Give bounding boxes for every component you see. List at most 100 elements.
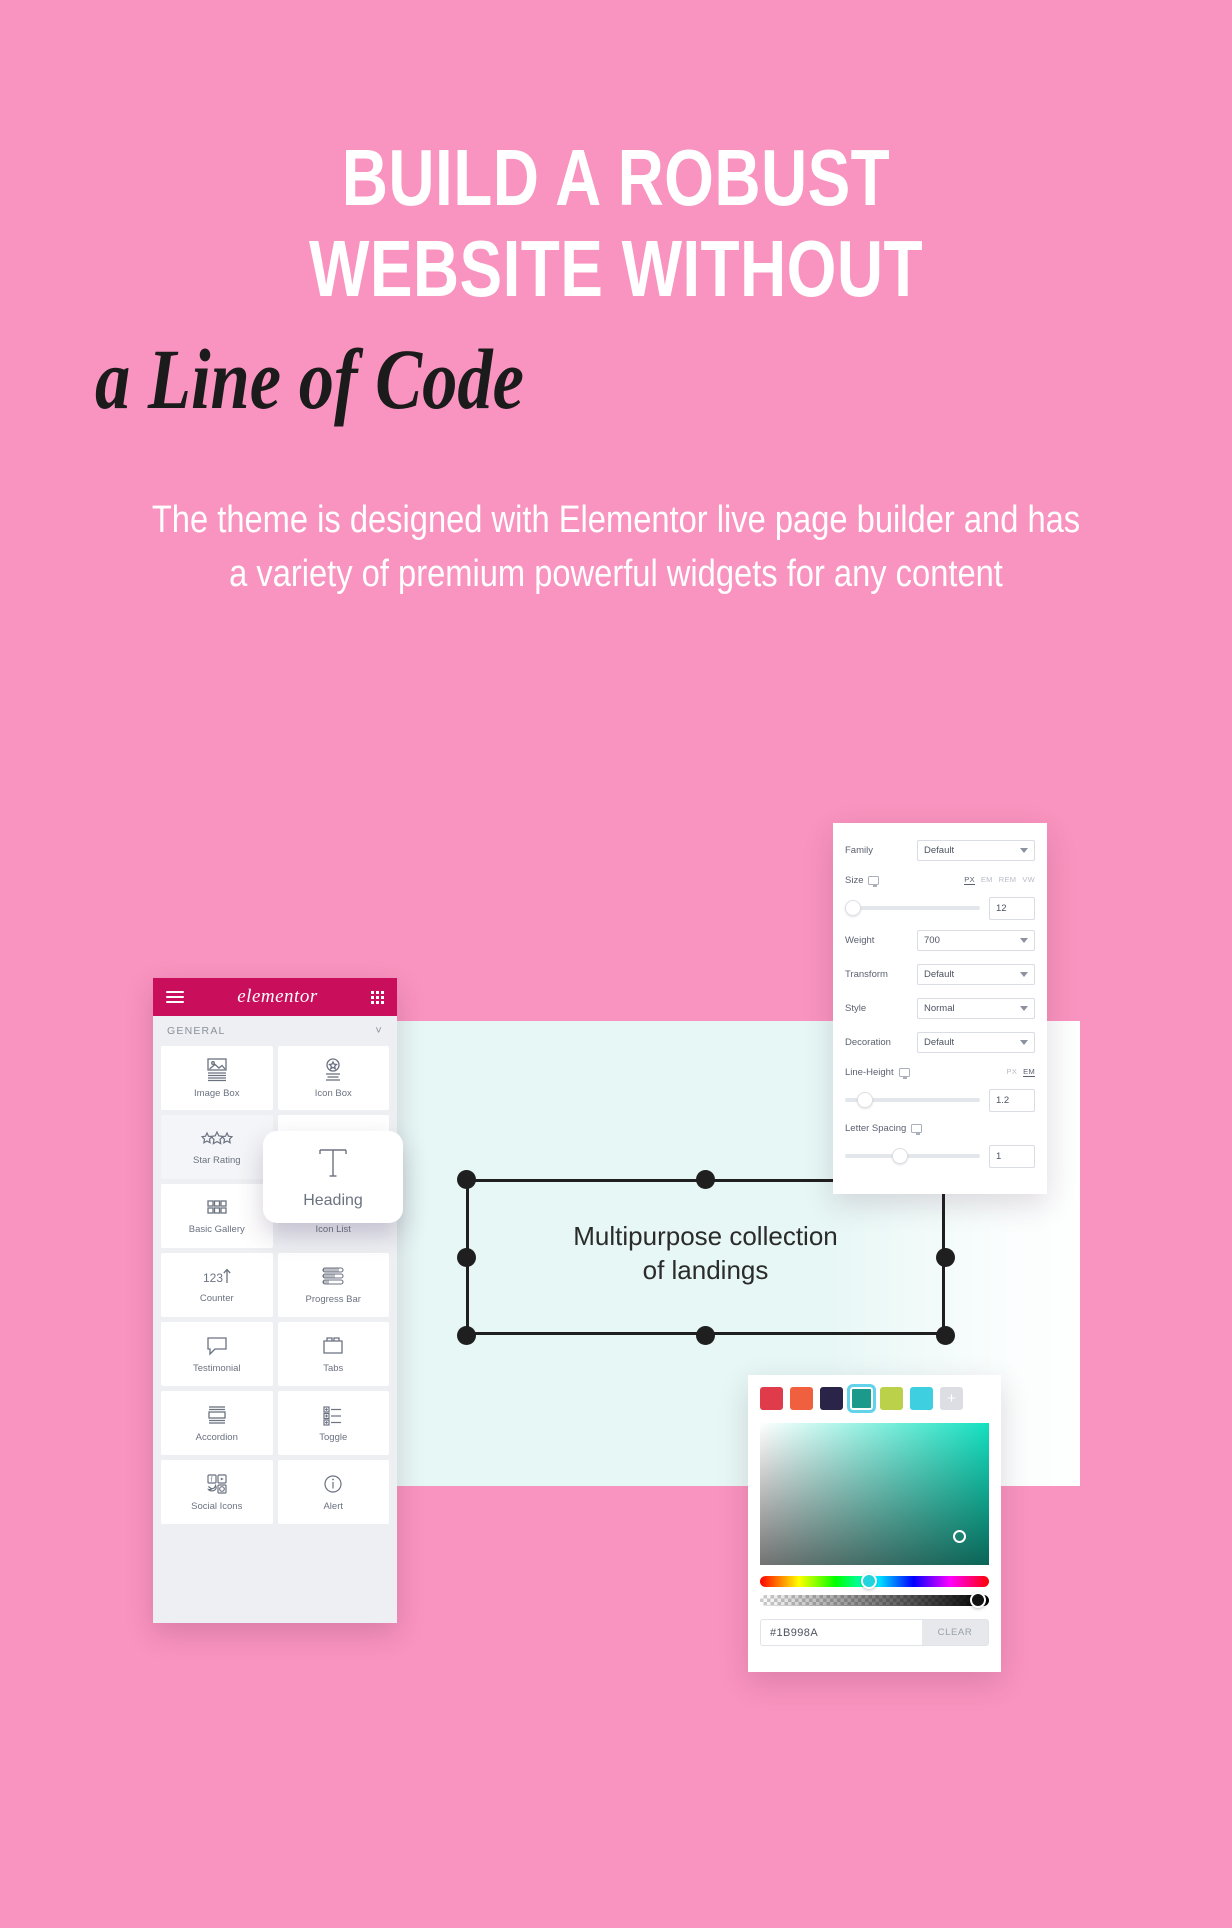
widget-card-accordion[interactable]: Accordion <box>161 1391 273 1455</box>
panel-section-general[interactable]: GENERAL ˅ <box>153 1016 397 1046</box>
unit-vw[interactable]: VW <box>1022 875 1035 885</box>
line-height-slider-knob[interactable] <box>857 1092 873 1108</box>
typography-row-size-header: Size PX EM REM VW <box>845 867 1035 893</box>
color-swatch-5[interactable] <box>910 1387 933 1410</box>
resize-handle-middle-left[interactable] <box>457 1248 476 1267</box>
unit-px[interactable]: PX <box>1007 1067 1018 1077</box>
monitor-icon[interactable] <box>911 1123 923 1135</box>
counter-123-icon: 123 <box>203 1268 231 1285</box>
add-swatch-button[interactable]: + <box>940 1387 963 1410</box>
line-height-label: Line-Height <box>845 1066 894 1078</box>
resize-handle-top-left[interactable] <box>457 1170 476 1189</box>
color-swatch-2[interactable] <box>820 1387 843 1410</box>
hue-slider-knob[interactable] <box>860 1573 877 1589</box>
widget-card-toggle[interactable]: Toggle <box>277 1391 389 1455</box>
row-label: Family <box>845 844 873 856</box>
line-height-units: PX EM <box>1007 1067 1035 1077</box>
resize-handle-bottom-center[interactable] <box>696 1326 715 1345</box>
hamburger-icon[interactable] <box>166 991 184 1003</box>
resize-handle-bottom-left[interactable] <box>457 1326 476 1345</box>
grid-apps-icon[interactable] <box>370 990 384 1004</box>
weight-select[interactable]: 700 <box>917 929 1035 951</box>
color-picker-panel: + #1B998A CLEAR <box>748 1375 1001 1672</box>
resize-handle-top-center[interactable] <box>696 1170 715 1189</box>
elementor-logo: elementor <box>237 986 318 1007</box>
size-slider-track[interactable] <box>845 900 980 916</box>
widget-card-star-rating[interactable]: Star Rating <box>161 1115 273 1179</box>
widget-label: Star Rating <box>192 1154 241 1166</box>
widget-label: Toggle <box>319 1431 348 1443</box>
style-select[interactable]: Normal <box>917 997 1035 1019</box>
resize-handle-bottom-right[interactable] <box>936 1326 955 1345</box>
widget-card-tabs[interactable]: Tabs <box>277 1322 389 1386</box>
widget-card-alert[interactable]: Alert <box>277 1460 389 1524</box>
image-box-icon <box>207 1057 227 1081</box>
row-label: Decoration <box>845 1036 891 1048</box>
dragged-widget-label: Heading <box>303 1191 363 1209</box>
selected-text-line1: Multipurpose collection <box>573 1221 838 1251</box>
typography-row-transform: Transform Default <box>845 957 1035 991</box>
builder-mockup: Multipurpose collection of landings elem… <box>0 0 1232 1928</box>
saturation-value-field[interactable] <box>760 1423 989 1565</box>
family-select[interactable]: Default <box>917 839 1035 861</box>
selected-text-line2: of landings <box>642 1255 769 1286</box>
progress-bar-icon <box>322 1266 344 1285</box>
elementor-widget-panel: elementor GENERAL ˅ Image Box Icon Box S… <box>153 978 397 1623</box>
unit-em[interactable]: EM <box>1023 1067 1035 1077</box>
alpha-slider[interactable] <box>760 1592 989 1608</box>
color-swatch-4[interactable] <box>880 1387 903 1410</box>
heading-t-icon <box>319 1148 347 1177</box>
widget-card-social-icons[interactable]: f Social Icons <box>161 1460 273 1524</box>
color-swatch-3-selected[interactable] <box>850 1387 873 1410</box>
typography-row-family: Family Default <box>845 833 1035 867</box>
selected-element-text: Multipurpose collection of landings <box>466 1219 945 1288</box>
size-slider-knob[interactable] <box>845 900 861 916</box>
panel-section-label: GENERAL <box>167 1025 226 1037</box>
widget-card-counter[interactable]: 123 Counter <box>161 1253 273 1317</box>
letter-spacing-slider-knob[interactable] <box>892 1148 908 1164</box>
widget-card-testimonial[interactable]: Testimonial <box>161 1322 273 1386</box>
widget-card-basic-gallery[interactable]: Basic Gallery <box>161 1184 273 1248</box>
unit-em[interactable]: EM <box>981 875 993 885</box>
widget-label: Icon Box <box>314 1087 352 1099</box>
color-swatch-0[interactable] <box>760 1387 783 1410</box>
social-icons-icon: f <box>206 1473 227 1494</box>
unit-px[interactable]: PX <box>964 875 975 885</box>
resize-handle-middle-right[interactable] <box>936 1248 955 1267</box>
saturation-cursor[interactable] <box>953 1530 966 1543</box>
typography-panel: Family Default Size PX EM REM VW 12 Weig… <box>833 823 1047 1194</box>
hue-slider[interactable] <box>760 1573 989 1589</box>
widget-label: Basic Gallery <box>188 1223 245 1235</box>
monitor-icon[interactable] <box>898 1067 910 1079</box>
family-value: Default <box>924 844 955 856</box>
monitor-icon[interactable] <box>868 875 880 887</box>
elementor-panel-header: elementor <box>153 978 397 1016</box>
color-swatch-1[interactable] <box>790 1387 813 1410</box>
widget-card-image-box[interactable]: Image Box <box>161 1046 273 1110</box>
style-value: Normal <box>924 1002 955 1014</box>
line-height-value-input[interactable]: 1.2 <box>989 1088 1035 1112</box>
typography-row-lineheight-header: Line-Height PX EM <box>845 1059 1035 1085</box>
alpha-slider-knob[interactable] <box>970 1592 986 1608</box>
caret-down-icon <box>1020 971 1028 977</box>
decoration-select[interactable]: Default <box>917 1031 1035 1053</box>
chevron-down-icon[interactable]: ˅ <box>375 1025 383 1037</box>
accordion-icon <box>208 1405 226 1424</box>
line-height-slider-track[interactable] <box>845 1092 980 1108</box>
size-label: Size <box>845 874 864 886</box>
typography-row-letterspacing-header: Letter Spacing <box>845 1115 1035 1141</box>
svg-text:123: 123 <box>203 1271 223 1285</box>
widget-card-progress-bar[interactable]: Progress Bar <box>277 1253 389 1317</box>
transform-select[interactable]: Default <box>917 963 1035 985</box>
hex-input[interactable]: #1B998A <box>761 1620 922 1645</box>
widget-card-icon-box[interactable]: Icon Box <box>277 1046 389 1110</box>
letter-spacing-value-input[interactable]: 1 <box>989 1144 1035 1168</box>
widget-label: Social Icons <box>191 1500 243 1512</box>
unit-rem[interactable]: REM <box>999 875 1017 885</box>
clear-button[interactable]: CLEAR <box>922 1620 988 1645</box>
size-value-input[interactable]: 12 <box>989 896 1035 920</box>
dragged-widget-heading[interactable]: Heading <box>263 1131 403 1223</box>
letter-spacing-slider-track[interactable] <box>845 1148 980 1164</box>
hex-input-row: #1B998A CLEAR <box>760 1619 989 1646</box>
widget-label: Icon List <box>315 1223 351 1235</box>
